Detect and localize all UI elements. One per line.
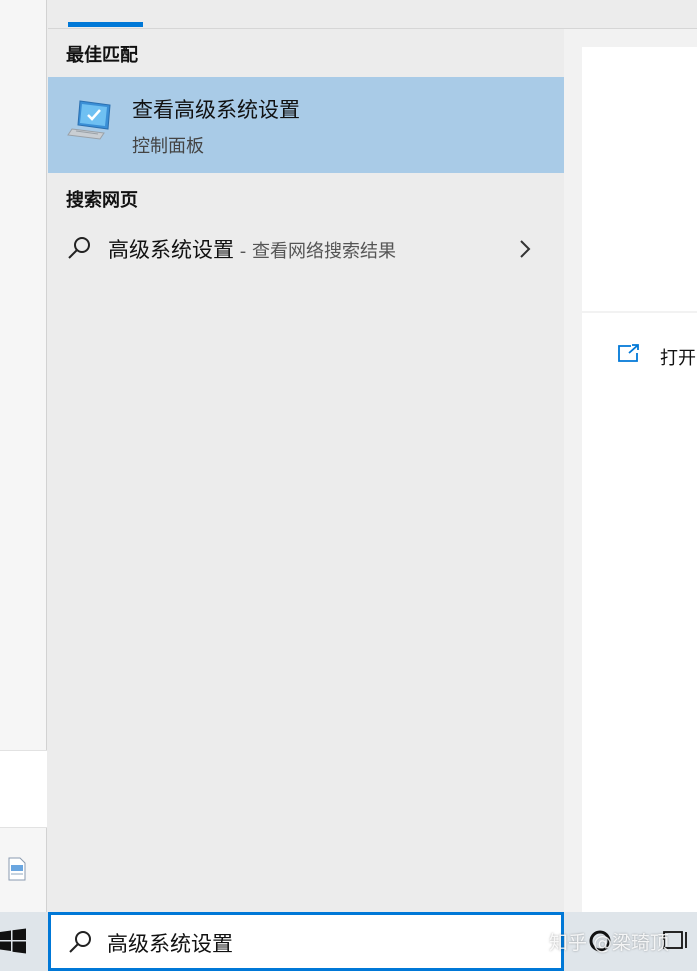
web-search-heading: 搜索网页 <box>66 190 138 211</box>
best-match-heading: 最佳匹配 <box>66 45 138 66</box>
preview-header-card <box>582 47 697 311</box>
best-match-subtitle: 控制面板 <box>132 136 204 157</box>
web-result-suffix: - 查看网络搜索结果 <box>234 241 396 262</box>
search-input[interactable] <box>107 927 547 959</box>
chevron-right-icon[interactable] <box>518 238 532 260</box>
watermark-text: 知乎 @梁琦顶 <box>549 932 670 954</box>
best-match-result[interactable]: 查看高级系统设置 控制面板 <box>48 77 564 173</box>
best-match-title: 查看高级系统设置 <box>132 98 300 122</box>
web-result-text: 高级系统设置 - 查看网络搜索结果 <box>108 234 396 264</box>
search-filter-tabs <box>48 0 697 29</box>
open-action-label[interactable]: 打开 <box>660 344 696 370</box>
preview-actions <box>582 313 697 912</box>
taskbar-search-box[interactable] <box>48 912 564 971</box>
search-icon <box>68 237 90 259</box>
file-icon[interactable] <box>6 857 28 881</box>
web-search-result[interactable]: 高级系统设置 - 查看网络搜索结果 <box>48 222 564 276</box>
windows-logo-icon <box>0 928 26 954</box>
desktop-left-strip <box>0 0 47 912</box>
active-tab-indicator[interactable] <box>68 22 143 27</box>
search-icon <box>69 931 91 953</box>
web-result-query: 高级系统设置 <box>108 238 234 262</box>
open-external-icon[interactable] <box>617 343 641 363</box>
computer-settings-icon <box>67 100 111 140</box>
desktop-band <box>0 750 47 828</box>
